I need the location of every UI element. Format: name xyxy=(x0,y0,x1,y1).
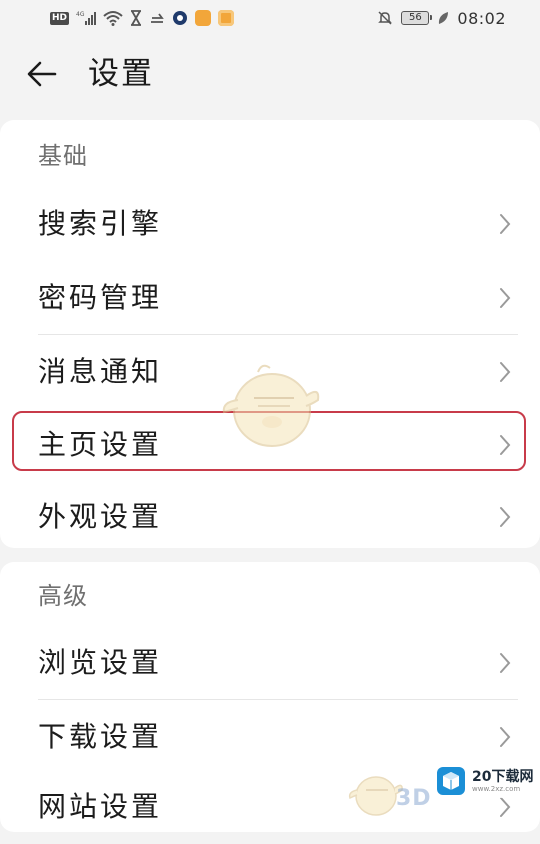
hd-icon: HD xyxy=(50,11,70,25)
watermark-3d-text: 3D xyxy=(396,786,432,811)
page-title: 设置 xyxy=(88,56,154,92)
clock: 08:02 xyxy=(457,8,506,28)
site-logo-text: 20下载网 www.2xz.com xyxy=(472,770,533,793)
data-speed-icon xyxy=(149,10,165,26)
back-button[interactable] xyxy=(22,54,62,94)
hourglass-icon xyxy=(130,10,142,26)
item-label: 浏览设置 xyxy=(38,646,163,679)
cube-logo-icon xyxy=(437,767,465,795)
settings-card-basic: 基础 搜索引擎 密码管理 消息通知 主页设置 外观设置 xyxy=(0,120,540,548)
section-label-advanced: 高级 xyxy=(38,582,88,610)
chevron-right-icon xyxy=(498,505,512,529)
leaf-icon xyxy=(437,11,449,25)
arrow-left-icon xyxy=(27,61,57,87)
status-bar-left: HD 4G xyxy=(50,6,235,30)
item-label: 外观设置 xyxy=(38,500,163,533)
svg-text:4G: 4G xyxy=(76,11,85,18)
list-item-download-settings[interactable]: 下载设置 xyxy=(0,700,540,774)
mascot-watermark-icon xyxy=(218,360,322,452)
item-label: 下载设置 xyxy=(38,720,163,753)
site-url: www.2xz.com xyxy=(472,784,521,793)
wifi-icon xyxy=(103,10,123,26)
mute-icon xyxy=(377,10,393,26)
battery-icon: 56 xyxy=(401,11,433,25)
chevron-right-icon xyxy=(498,360,512,384)
chevron-right-icon xyxy=(498,286,512,310)
list-item-appearance-settings[interactable]: 外观设置 xyxy=(0,480,540,554)
chevron-right-icon xyxy=(498,725,512,749)
chevron-right-icon xyxy=(498,651,512,675)
section-label-basic: 基础 xyxy=(38,142,88,170)
app-icon xyxy=(172,10,188,26)
signal-icon: 4G xyxy=(76,10,97,26)
chevron-right-icon xyxy=(498,795,512,819)
item-label: 网站设置 xyxy=(38,790,163,823)
list-item-browsing-settings[interactable]: 浏览设置 xyxy=(0,626,540,700)
site-logo-watermark: 20下载网 www.2xz.com xyxy=(432,764,538,798)
chevron-right-icon xyxy=(498,212,512,236)
orange-app-icon-2 xyxy=(218,10,235,26)
status-bar: HD 4G 56 08:02 xyxy=(0,0,540,36)
item-label: 密码管理 xyxy=(38,281,163,314)
status-bar-right: 56 08:02 xyxy=(377,6,506,30)
list-item-password-manager[interactable]: 密码管理 xyxy=(0,261,540,335)
item-label: 搜索引擎 xyxy=(38,207,163,240)
header: 设置 xyxy=(0,36,540,112)
list-item-search-engine[interactable]: 搜索引擎 xyxy=(0,187,540,261)
orange-app-icon xyxy=(195,10,212,26)
site-name: 20下载网 xyxy=(472,768,534,785)
item-label: 消息通知 xyxy=(38,355,163,388)
